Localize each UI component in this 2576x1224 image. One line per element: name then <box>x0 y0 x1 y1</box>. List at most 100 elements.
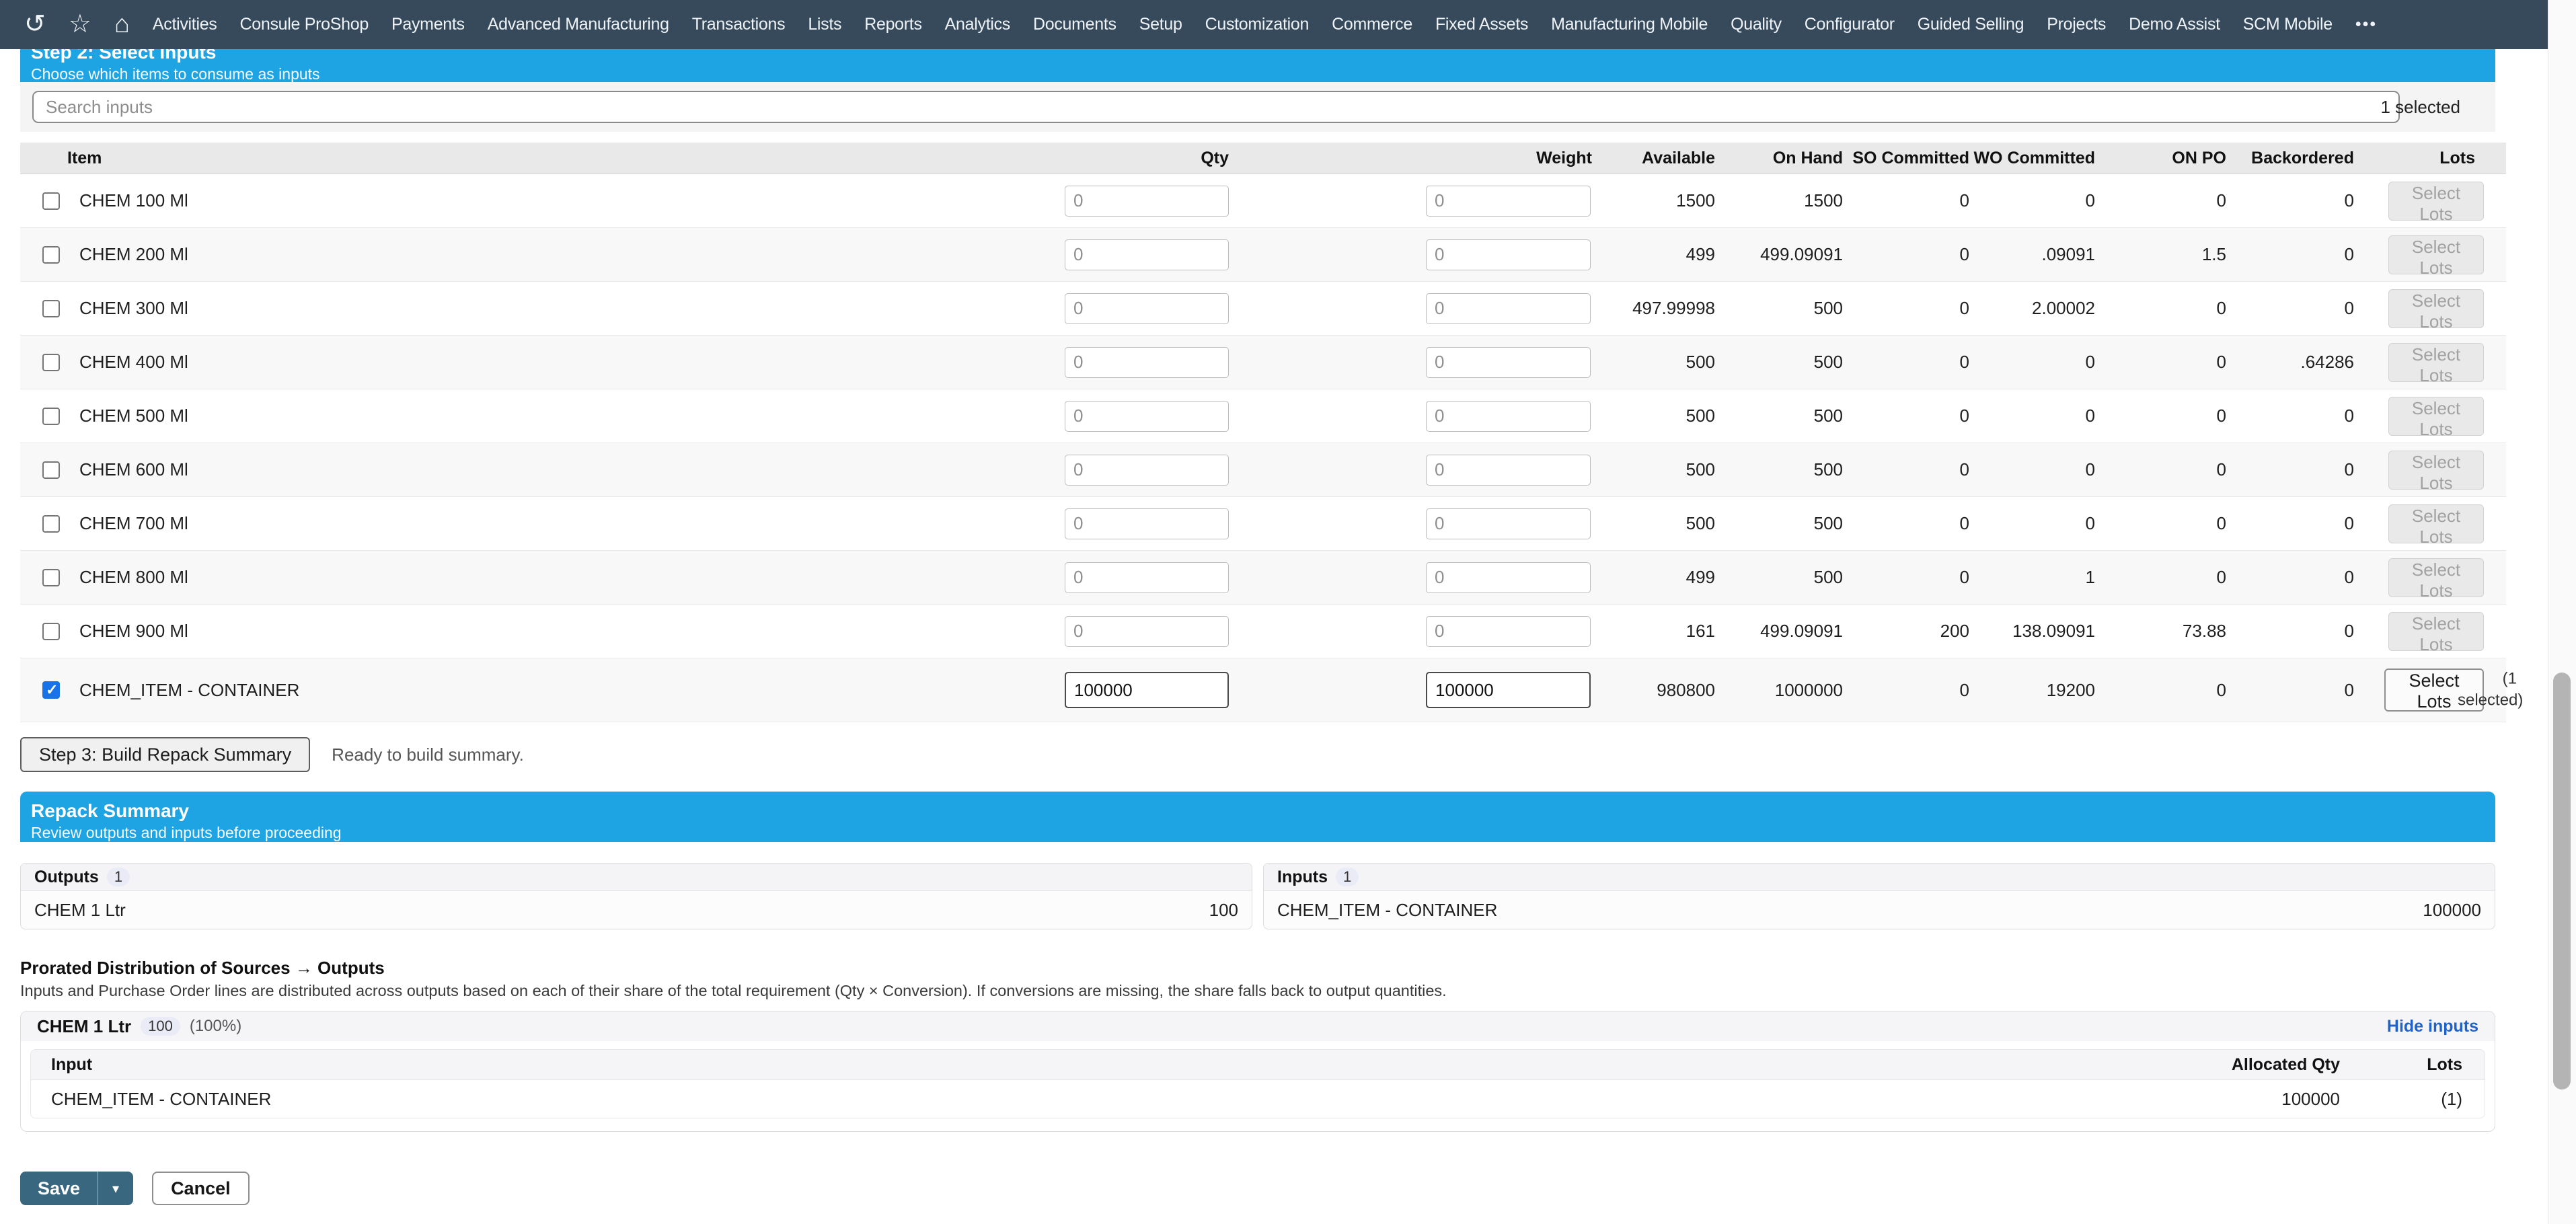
search-input[interactable] <box>32 91 2400 123</box>
search-section: 1 selected <box>20 82 2495 132</box>
on-hand-value: 1000000 <box>1775 658 1843 722</box>
weight-input[interactable] <box>1426 401 1591 432</box>
nav-item-guided-selling[interactable]: Guided Selling <box>1918 15 2024 34</box>
so-committed-value: 0 <box>1960 497 1969 550</box>
nav-item-demo-assist[interactable]: Demo Assist <box>2129 15 2220 34</box>
nav-item-lists[interactable]: Lists <box>808 15 841 34</box>
so-committed-value: 0 <box>1960 336 1969 389</box>
on-hand-value: 499.09091 <box>1760 228 1843 281</box>
nav-item-payments[interactable]: Payments <box>391 15 465 34</box>
nav-item-setup[interactable]: Setup <box>1139 15 1182 34</box>
prorated-card: CHEM 1 Ltr 100 (100%) Hide inputs Input … <box>20 1011 2495 1132</box>
nav-item-scm-mobile[interactable]: SCM Mobile <box>2243 15 2333 34</box>
prorated-allocated-qty: 100000 <box>2281 1080 2340 1118</box>
on-hand-value: 500 <box>1814 551 1843 604</box>
col-so-committed: SO Committed <box>1852 143 1969 174</box>
hide-inputs-link[interactable]: Hide inputs <box>2387 1017 2478 1036</box>
nav-item-consule-proshop[interactable]: Consule ProShop <box>240 15 369 34</box>
save-dropdown-caret[interactable]: ▾ <box>98 1172 133 1205</box>
qty-input[interactable] <box>1065 616 1229 647</box>
input-item-qty: 100000 <box>2423 900 2481 921</box>
weight-input[interactable] <box>1426 616 1591 647</box>
qty-input[interactable] <box>1065 186 1229 217</box>
outputs-panel-header: Outputs 1 <box>21 864 1252 891</box>
scrollbar-thumb[interactable] <box>2553 673 2571 1089</box>
row-checkbox[interactable] <box>42 246 60 264</box>
col-available: Available <box>1642 143 1715 174</box>
nav-item-customization[interactable]: Customization <box>1205 15 1310 34</box>
favorites-star-icon[interactable]: ☆ <box>69 0 91 49</box>
available-value: 500 <box>1686 389 1715 443</box>
table-row: CHEM 700 Ml5005000000Select Lots <box>20 497 2506 551</box>
nav-item-configurator[interactable]: Configurator <box>1805 15 1895 34</box>
qty-input[interactable] <box>1065 239 1229 270</box>
nav-item-manufacturing-mobile[interactable]: Manufacturing Mobile <box>1551 15 1708 34</box>
row-checkbox[interactable] <box>42 354 60 371</box>
row-checkbox[interactable] <box>42 461 60 479</box>
nav-item-activities[interactable]: Activities <box>153 15 217 34</box>
nav-item-quality[interactable]: Quality <box>1731 15 1782 34</box>
weight-input[interactable] <box>1426 562 1591 593</box>
row-checkbox[interactable] <box>42 300 60 317</box>
nav-item-reports[interactable]: Reports <box>864 15 921 34</box>
col-lots: Lots <box>2427 1050 2462 1079</box>
on-po-value: 1.5 <box>2202 228 2226 281</box>
row-checkbox[interactable] <box>42 192 60 210</box>
qty-input[interactable] <box>1065 562 1229 593</box>
weight-input[interactable] <box>1426 508 1591 539</box>
col-input: Input <box>51 1050 92 1079</box>
qty-input[interactable] <box>1065 401 1229 432</box>
qty-input[interactable] <box>1065 347 1229 378</box>
nav-more-ellipsis[interactable]: ••• <box>2355 15 2377 34</box>
weight-input[interactable] <box>1426 293 1591 324</box>
nav-item-fixed-assets[interactable]: Fixed Assets <box>1435 15 1528 34</box>
inputs-label: Inputs <box>1277 868 1328 887</box>
prorated-description: Inputs and Purchase Order lines are dist… <box>20 982 1447 1000</box>
weight-input[interactable] <box>1426 672 1591 708</box>
nav-item-analytics[interactable]: Analytics <box>945 15 1010 34</box>
prorated-lots-count: (1) <box>2441 1080 2462 1118</box>
nav-item-transactions[interactable]: Transactions <box>692 15 786 34</box>
available-value: 161 <box>1686 605 1715 658</box>
nav-item-advanced-manufacturing[interactable]: Advanced Manufacturing <box>488 15 669 34</box>
history-icon[interactable]: ↺ <box>24 0 46 49</box>
col-item: Item <box>67 143 102 174</box>
on-po-value: 0 <box>2217 443 2226 496</box>
backordered-value: 0 <box>2345 174 2354 227</box>
weight-input[interactable] <box>1426 347 1591 378</box>
qty-input[interactable] <box>1065 508 1229 539</box>
qty-input[interactable] <box>1065 293 1229 324</box>
row-checkbox[interactable] <box>42 623 60 640</box>
input-item-name: CHEM_ITEM - CONTAINER <box>1277 900 1497 921</box>
weight-input[interactable] <box>1426 455 1591 486</box>
top-nav: ↺ ☆ ⌂ Activities Consule ProShop Payments A… <box>0 0 2548 49</box>
on-po-value: 0 <box>2217 389 2226 443</box>
row-checkbox[interactable] <box>42 515 60 533</box>
save-button[interactable]: Save <box>20 1172 98 1205</box>
item-name: CHEM 900 Ml <box>79 605 188 658</box>
nav-item-commerce[interactable]: Commerce <box>1332 15 1412 34</box>
backordered-value: 0 <box>2345 658 2354 722</box>
qty-input[interactable] <box>1065 455 1229 486</box>
home-icon[interactable]: ⌂ <box>114 0 130 49</box>
table-row: CHEM 400 Ml500500000.64286Select Lots <box>20 336 2506 389</box>
available-value: 500 <box>1686 497 1715 550</box>
item-name: CHEM 500 Ml <box>79 389 188 443</box>
prorated-input-name: CHEM_ITEM - CONTAINER <box>51 1080 271 1118</box>
wo-committed-value: 19200 <box>2047 658 2095 722</box>
row-checkbox[interactable] <box>42 569 60 586</box>
build-repack-summary-button[interactable]: Step 3: Build Repack Summary <box>20 737 310 772</box>
qty-input[interactable] <box>1065 672 1229 708</box>
nav-item-documents[interactable]: Documents <box>1033 15 1116 34</box>
backordered-value: 0 <box>2345 389 2354 443</box>
cancel-button[interactable]: Cancel <box>152 1172 250 1205</box>
prorated-qty-badge: 100 <box>141 1017 180 1036</box>
weight-input[interactable] <box>1426 186 1591 217</box>
nav-item-projects[interactable]: Projects <box>2047 15 2106 34</box>
col-allocated-qty: Allocated Qty <box>2232 1050 2340 1079</box>
weight-input[interactable] <box>1426 239 1591 270</box>
on-hand-value: 500 <box>1814 443 1843 496</box>
row-checkbox[interactable] <box>42 408 60 425</box>
vertical-scrollbar[interactable] <box>2548 0 2576 1224</box>
row-checkbox[interactable] <box>42 681 60 699</box>
